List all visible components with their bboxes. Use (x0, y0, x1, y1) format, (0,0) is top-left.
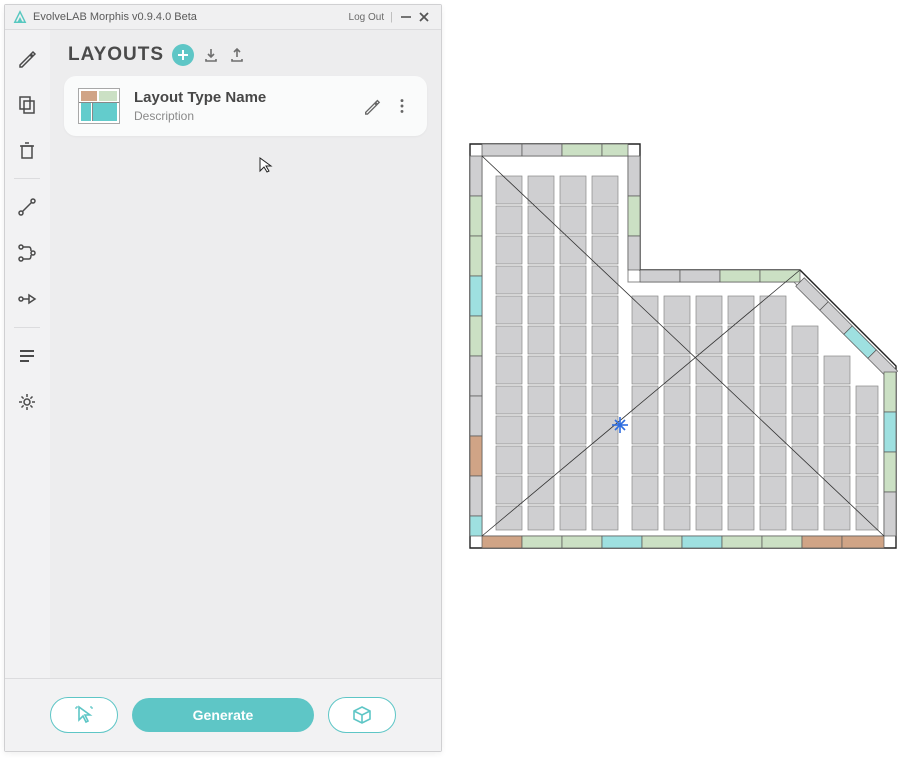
app-logo-icon (13, 10, 27, 24)
layout-thumbnail (78, 88, 120, 124)
more-menu-icon[interactable] (391, 95, 413, 117)
plugin-window: EvolveLAB Morphis v0.9.4.0 Beta Log Out … (4, 4, 442, 752)
layout-description: Description (134, 109, 347, 123)
path-icon[interactable] (15, 195, 39, 219)
main-empty-space (64, 136, 427, 678)
branch-icon[interactable] (15, 241, 39, 265)
layout-card[interactable]: Layout Type Name Description (64, 76, 427, 136)
trash-icon[interactable] (15, 138, 39, 162)
list-icon[interactable] (15, 344, 39, 368)
section-heading: LAYOUTS (68, 44, 164, 66)
layout-name: Layout Type Name (134, 89, 347, 106)
add-layout-button[interactable] (172, 44, 194, 66)
pencil-icon[interactable] (15, 46, 39, 70)
titlebar: EvolveLAB Morphis v0.9.4.0 Beta Log Out … (5, 5, 441, 30)
download-icon[interactable] (202, 46, 220, 64)
section-header: LAYOUTS (64, 40, 427, 76)
titlebar-separator: | (390, 11, 393, 23)
gear-icon[interactable] (15, 390, 39, 414)
footer: Generate (5, 678, 441, 751)
sidebar (5, 30, 50, 678)
main-panel: LAYOUTS Layout Type Name (50, 30, 441, 678)
cube-view-button[interactable] (328, 697, 396, 733)
sidebar-divider (14, 327, 40, 328)
sidebar-divider (14, 178, 40, 179)
generate-button[interactable]: Generate (132, 698, 314, 732)
close-icon[interactable] (415, 8, 433, 26)
app-title: EvolveLAB Morphis v0.9.4.0 Beta (33, 11, 197, 23)
logout-link[interactable]: Log Out (349, 12, 385, 23)
floorplan-canvas[interactable] (468, 142, 898, 558)
layout-info: Layout Type Name Description (134, 89, 347, 123)
path-cursor-icon[interactable] (15, 287, 39, 311)
duplicate-icon[interactable] (15, 92, 39, 116)
select-tool-button[interactable] (50, 697, 118, 733)
upload-icon[interactable] (228, 46, 246, 64)
minimize-icon[interactable] (397, 8, 415, 26)
edit-layout-icon[interactable] (361, 95, 383, 117)
